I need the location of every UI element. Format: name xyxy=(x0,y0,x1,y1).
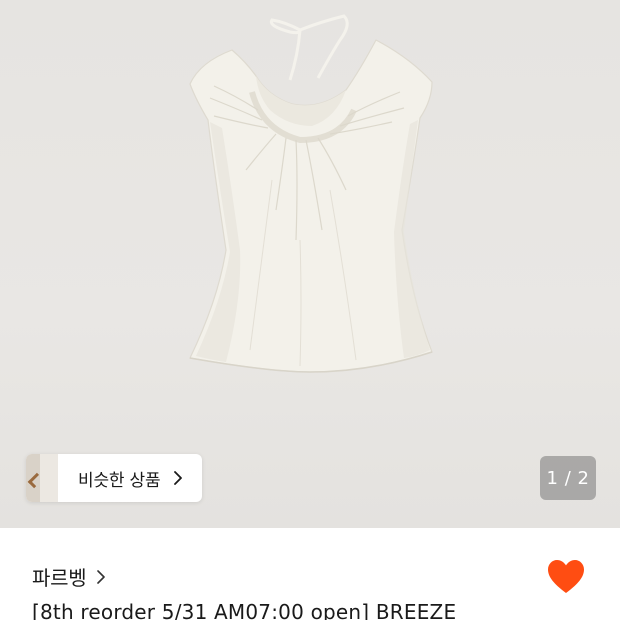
chevron-right-icon xyxy=(174,471,183,485)
similar-products-label: 비슷한 상품 xyxy=(78,470,161,491)
similar-products-button[interactable]: 비슷한 상품 xyxy=(26,454,202,502)
brand-name: 파르벵 xyxy=(32,566,87,590)
chevron-right-icon xyxy=(97,569,106,584)
product-title: [8th reorder 5/31 AM07:00 open] BREEZE xyxy=(32,600,457,620)
product-info: 파르벵 [8th reorder 5/31 AM07:00 open] BREE… xyxy=(0,528,620,620)
brand-link[interactable]: 파르벵 xyxy=(32,562,106,591)
product-image-gallery[interactable]: 비슷한 상품 1 / 2 xyxy=(0,0,620,528)
image-page-indicator: 1 / 2 xyxy=(540,456,596,500)
similar-product-thumbnail xyxy=(26,454,58,502)
product-image[interactable] xyxy=(0,0,620,528)
heart-icon[interactable] xyxy=(546,558,586,596)
